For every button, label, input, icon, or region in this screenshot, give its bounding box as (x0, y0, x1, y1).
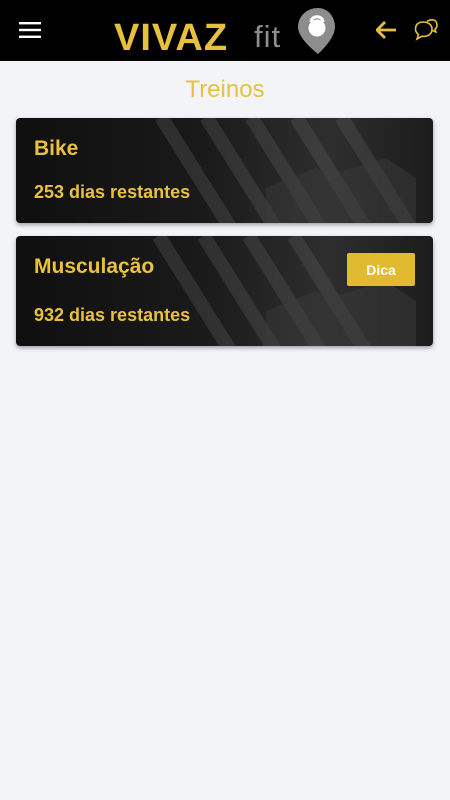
workout-name: Bike (34, 137, 79, 160)
hamburger-menu-icon (19, 22, 41, 38)
gym-equipment-background-image (16, 118, 433, 223)
workout-name: Musculação (34, 255, 155, 278)
menu-button[interactable] (10, 10, 50, 50)
kettlebell-pin-icon (298, 8, 335, 54)
page-title: Treinos (185, 76, 265, 103)
days-remaining: 253 dias restantes (34, 182, 191, 202)
back-button[interactable] (366, 10, 406, 50)
chat-button[interactable] (406, 10, 446, 50)
top-app-bar: VIVAZ fit (0, 0, 450, 61)
app-screen: VIVAZ fit Treinos Bike 253 dias restante… (0, 0, 450, 800)
logo-text-main: VIVAZ (114, 17, 228, 56)
chat-bubbles-icon (414, 19, 438, 41)
vivazfit-logo: VIVAZ fit (114, 8, 335, 56)
tip-button[interactable]: Dica (347, 253, 415, 286)
arrow-left-icon (376, 21, 396, 39)
logo-text-sub: fit (254, 19, 281, 54)
days-remaining: 932 dias restantes (34, 305, 191, 325)
workout-card-bike[interactable]: Bike 253 dias restantes (16, 118, 433, 223)
workout-card-musculacao[interactable]: Musculação 932 dias restantes Dica (16, 236, 433, 346)
